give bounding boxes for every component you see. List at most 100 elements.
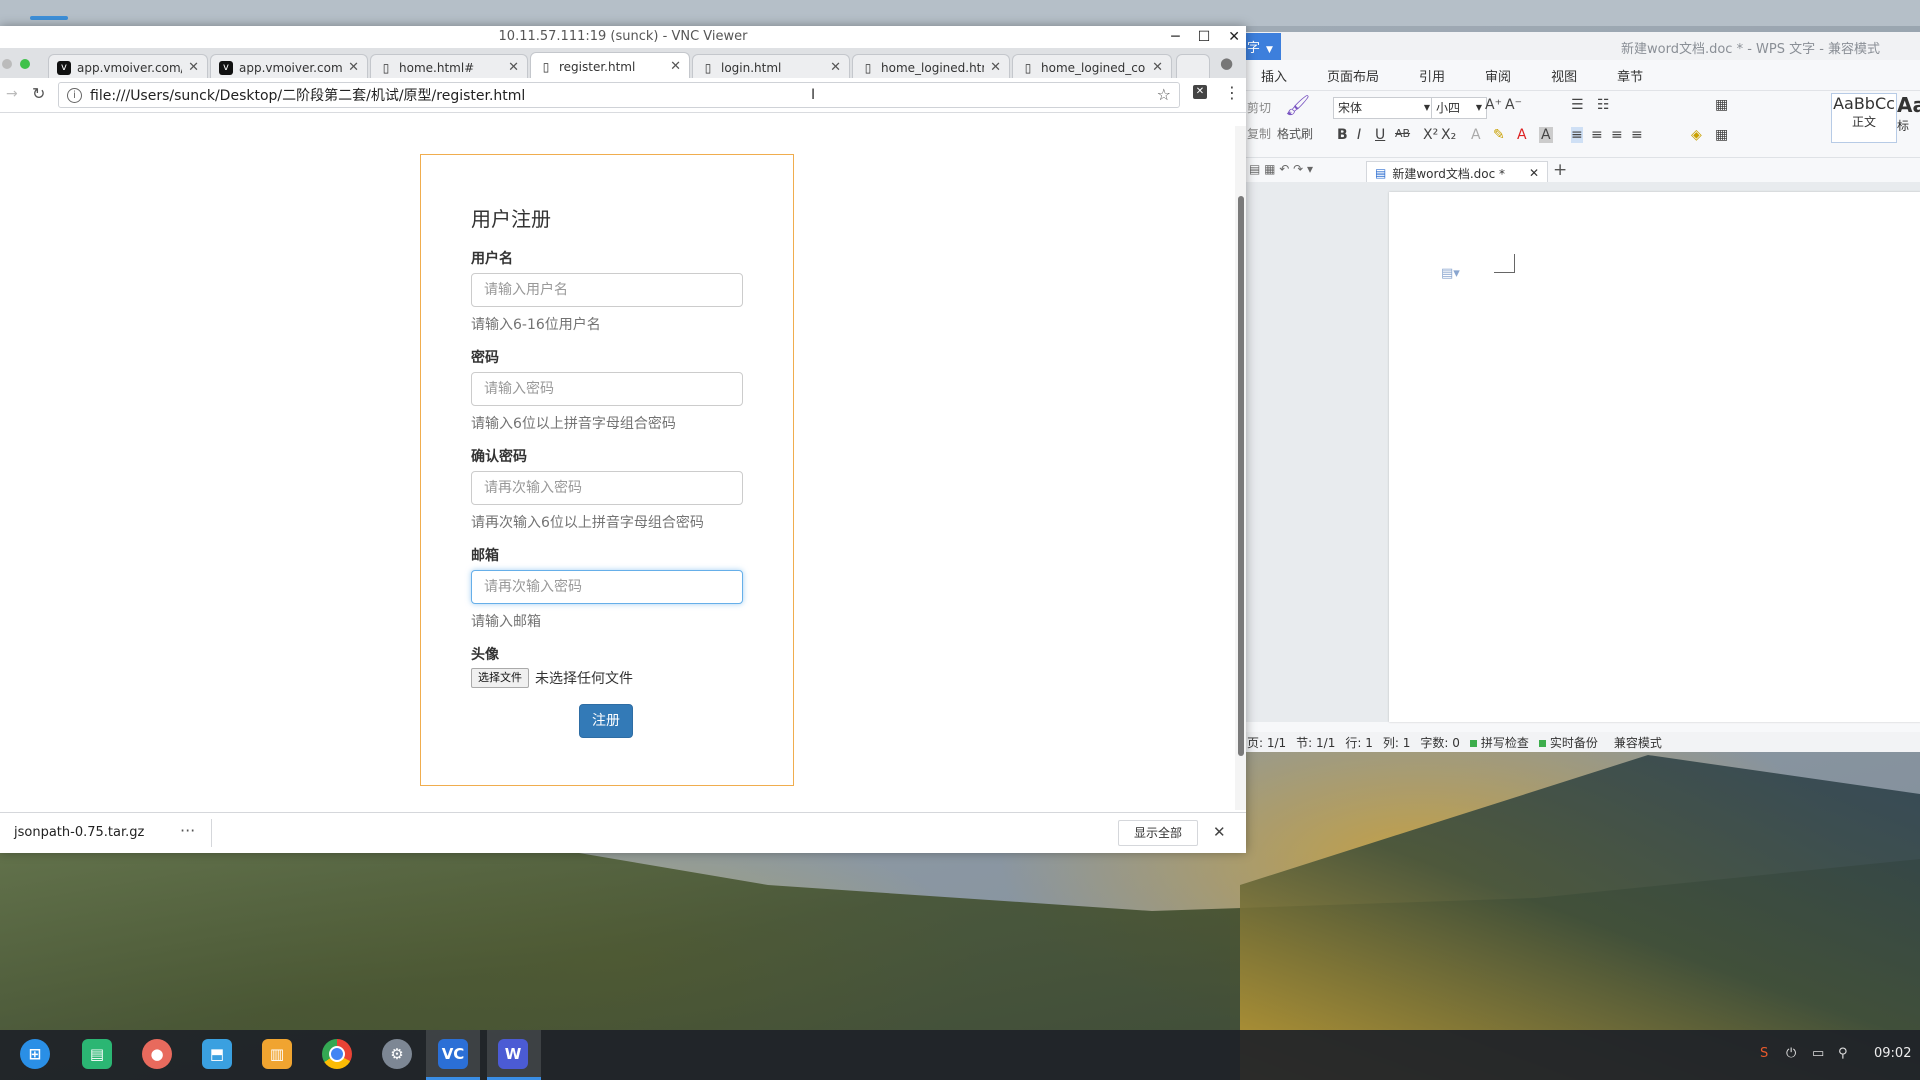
style-normal-button[interactable]: AaBbCc 正文: [1831, 93, 1897, 143]
launcher-icon[interactable]: ⊞: [20, 1039, 50, 1069]
wps-doc-tab[interactable]: ▤ 新建word文档.doc * ✕: [1366, 161, 1549, 184]
shading-icon[interactable]: ◈: [1691, 127, 1702, 143]
wps-document-page[interactable]: ▤▾: [1389, 192, 1920, 722]
font-color-icon[interactable]: A: [1517, 127, 1527, 143]
minimize-icon[interactable]: ─: [1171, 26, 1179, 48]
strikethrough-icon[interactable]: AB: [1395, 127, 1410, 140]
align-left-icon[interactable]: ≡: [1571, 127, 1583, 143]
wps-app-menu-button[interactable]: 字 ▼: [1241, 32, 1281, 60]
register-submit-button[interactable]: 注册: [579, 704, 633, 738]
font-name-select[interactable]: 宋体 ▼: [1333, 97, 1435, 119]
close-window-icon[interactable]: ✕: [1228, 26, 1240, 48]
window-zoom-dot[interactable]: [20, 59, 30, 69]
tab-login[interactable]: ▯ login.html ✕: [692, 54, 850, 80]
subscript-icon[interactable]: X₂: [1441, 127, 1456, 143]
chrome-icon[interactable]: [322, 1039, 352, 1069]
wps-menu-layout[interactable]: 页面布局: [1307, 66, 1399, 85]
table-icon[interactable]: ▦: [1715, 97, 1728, 113]
tab-home[interactable]: ▯ home.html# ✕: [370, 54, 528, 80]
clock[interactable]: 09:02: [1874, 1046, 1911, 1061]
close-icon[interactable]: ✕: [188, 60, 199, 75]
wps-ribbon: 剪切 复制 🖌 格式刷 宋体 ▼ 小四 ▼ A⁺ A⁻ B I U AB X² X₂…: [1241, 91, 1920, 158]
format-painter-icon[interactable]: 🖌: [1285, 93, 1310, 117]
shrink-font-icon[interactable]: A⁻: [1505, 97, 1522, 113]
align-right-icon[interactable]: ≡: [1611, 127, 1623, 143]
superscript-icon[interactable]: X²: [1423, 127, 1438, 143]
close-icon[interactable]: ✕: [1152, 60, 1163, 75]
confirm-password-input[interactable]: [471, 471, 743, 505]
vnc-viewer-taskbar-icon[interactable]: VC: [438, 1039, 468, 1069]
close-icon[interactable]: ✕: [1529, 166, 1539, 180]
wps-menu-chapter[interactable]: 章节: [1597, 66, 1663, 85]
archive-manager-icon[interactable]: ▥: [262, 1039, 292, 1069]
close-icon[interactable]: ✕: [348, 60, 359, 75]
address-bar[interactable]: i file:///Users/sunck/Desktop/二阶段第二套/机试/…: [58, 82, 1180, 108]
extension-icon[interactable]: ✕: [1193, 85, 1207, 99]
screen-recorder-icon[interactable]: ●: [142, 1039, 172, 1069]
reload-icon[interactable]: ↻: [32, 84, 45, 103]
font-size-select[interactable]: 小四 ▼: [1431, 97, 1487, 119]
bullet-list-icon[interactable]: ☰: [1571, 97, 1584, 113]
info-icon[interactable]: i: [67, 87, 82, 103]
style-heading-button[interactable]: Aa 标: [1897, 93, 1920, 134]
page-margin-corner: [1494, 254, 1515, 273]
choose-file-button[interactable]: 选择文件: [471, 668, 529, 688]
text-effect-icon[interactable]: A: [1471, 127, 1481, 143]
email-input[interactable]: [471, 570, 743, 604]
wallpaper-sky: [0, 0, 1920, 26]
wps-copy-button[interactable]: 复制: [1247, 125, 1271, 142]
status-spellcheck[interactable]: 拼写检查: [1469, 734, 1529, 751]
close-icon[interactable]: ✕: [670, 59, 681, 74]
show-all-downloads-button[interactable]: 显示全部: [1118, 820, 1198, 846]
wps-menu-insert[interactable]: 插入: [1241, 66, 1307, 85]
bold-icon[interactable]: B: [1337, 127, 1348, 143]
wps-menu-review[interactable]: 审阅: [1465, 66, 1531, 85]
tab-app-vmoiver-2[interactable]: v app.vmoiver.com/a ✕: [210, 54, 368, 80]
underline-icon[interactable]: U: [1375, 127, 1385, 143]
power-icon[interactable]: ⏻: [1786, 1046, 1796, 1061]
borders-icon[interactable]: ▦: [1715, 127, 1728, 143]
numbered-list-icon[interactable]: ☷: [1597, 97, 1610, 113]
char-shading-icon[interactable]: A: [1539, 127, 1553, 143]
grow-font-icon[interactable]: A⁺: [1485, 97, 1502, 113]
close-icon[interactable]: ✕: [990, 60, 1001, 75]
bookmark-star-icon[interactable]: ☆: [1157, 85, 1171, 104]
input-method-icon[interactable]: S: [1760, 1046, 1768, 1061]
page-scrollbar-thumb[interactable]: [1238, 196, 1244, 756]
tab-app-vmoiver-1[interactable]: v app.vmoiver.com/a ✕: [48, 54, 208, 80]
wps-menu-view[interactable]: 视图: [1531, 66, 1597, 85]
close-icon[interactable]: ✕: [508, 60, 519, 75]
close-icon[interactable]: ✕: [830, 60, 841, 75]
close-download-shelf-icon[interactable]: ✕: [1213, 823, 1226, 841]
tab-register[interactable]: ▯ register.html ✕: [530, 52, 690, 80]
quick-access-icons[interactable]: ▤ ▦ ↶ ↷ ▾: [1249, 162, 1313, 176]
settings-gear-icon[interactable]: ⚙: [382, 1039, 412, 1069]
justify-icon[interactable]: ≡: [1631, 127, 1643, 143]
usb-icon[interactable]: ⚲: [1838, 1046, 1848, 1061]
new-tab-plus-icon[interactable]: +: [1553, 160, 1567, 180]
highlight-icon[interactable]: ✎: [1493, 127, 1505, 143]
profile-icon[interactable]: ●: [1220, 54, 1233, 72]
forward-icon[interactable]: →: [6, 86, 18, 102]
tab-home-logined[interactable]: ▯ home_logined.html ✕: [852, 54, 1010, 80]
maximize-icon[interactable]: ☐: [1198, 26, 1211, 48]
paste-options-icon[interactable]: ▤▾: [1441, 266, 1460, 281]
password-input[interactable]: [471, 372, 743, 406]
status-section: 节: 1/1: [1296, 735, 1336, 750]
window-close-dot[interactable]: [2, 59, 12, 69]
italic-icon[interactable]: I: [1357, 127, 1361, 143]
new-tab-button[interactable]: [1176, 54, 1210, 80]
align-center-icon[interactable]: ≡: [1591, 127, 1603, 143]
download-filename[interactable]: jsonpath-0.75.tar.gz: [14, 825, 144, 840]
wps-cut-button[interactable]: 剪切: [1247, 99, 1271, 116]
wps-menu-references[interactable]: 引用: [1399, 66, 1465, 85]
app-store-icon[interactable]: ⬒: [202, 1039, 232, 1069]
menu-kebab-icon[interactable]: ⋮: [1224, 83, 1240, 102]
username-input[interactable]: [471, 273, 743, 307]
status-backup[interactable]: 实时备份: [1538, 734, 1598, 751]
download-more-icon[interactable]: ···: [180, 821, 195, 840]
storage-icon[interactable]: ▭: [1812, 1046, 1824, 1061]
tab-home-logined-coll[interactable]: ▯ home_logined_coll ✕: [1012, 54, 1172, 80]
file-manager-icon[interactable]: ▤: [82, 1039, 112, 1069]
wps-writer-taskbar-icon[interactable]: W: [498, 1039, 528, 1069]
